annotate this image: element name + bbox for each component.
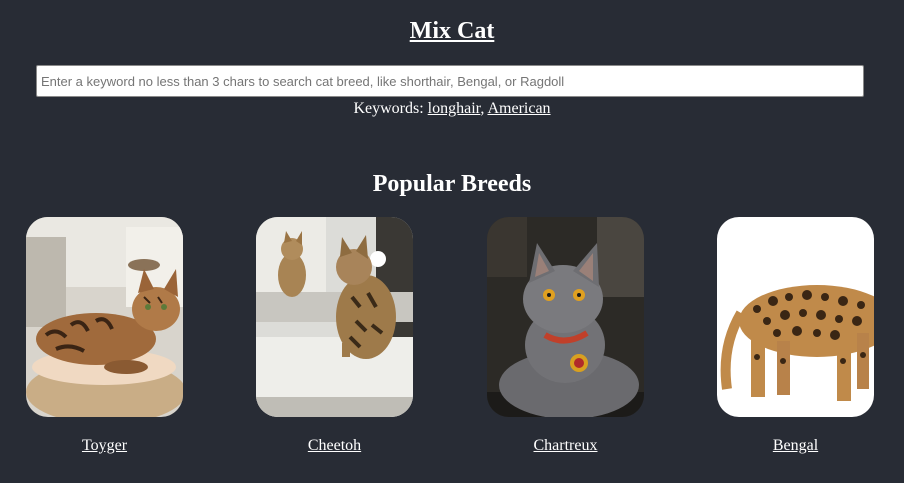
bengal-cat-photo	[717, 217, 874, 417]
breed-link-cheetoh[interactable]: Cheetoh	[256, 436, 413, 456]
keywords-label: Keywords:	[353, 100, 424, 117]
breed-image-chartreux[interactable]	[487, 217, 644, 417]
search-input[interactable]	[36, 65, 864, 97]
breed-image-toyger[interactable]	[26, 217, 183, 417]
breed-card-toyger: Toyger	[26, 217, 183, 456]
app-root: Mix Cat Keywords: longhair, American Pop…	[0, 0, 904, 483]
breed-image-cheetoh[interactable]	[256, 217, 413, 417]
popular-breeds-heading: Popular Breeds	[372, 171, 532, 197]
keyword-link-longhair[interactable]: longhair	[428, 100, 481, 117]
keyword-separator: ,	[480, 100, 485, 117]
breed-card-bengal: Bengal	[717, 217, 874, 456]
keywords-row: Keywords: longhair, American	[0, 98, 904, 120]
app-title-link[interactable]: Mix Cat	[0, 16, 904, 46]
breed-link-bengal[interactable]: Bengal	[717, 436, 874, 456]
keyword-link-american[interactable]: American	[487, 100, 550, 117]
breed-image-bengal[interactable]	[717, 217, 874, 417]
breed-link-chartreux[interactable]: Chartreux	[487, 436, 644, 456]
breed-card-cheetoh: Cheetoh	[256, 217, 413, 456]
toyger-cat-photo	[26, 217, 183, 417]
breed-link-toyger[interactable]: Toyger	[26, 436, 183, 456]
cheetoh-cat-photo	[256, 217, 413, 417]
search-bar	[36, 65, 864, 97]
breed-card-chartreux: Chartreux	[487, 217, 644, 456]
chartreux-cat-photo	[487, 217, 644, 417]
